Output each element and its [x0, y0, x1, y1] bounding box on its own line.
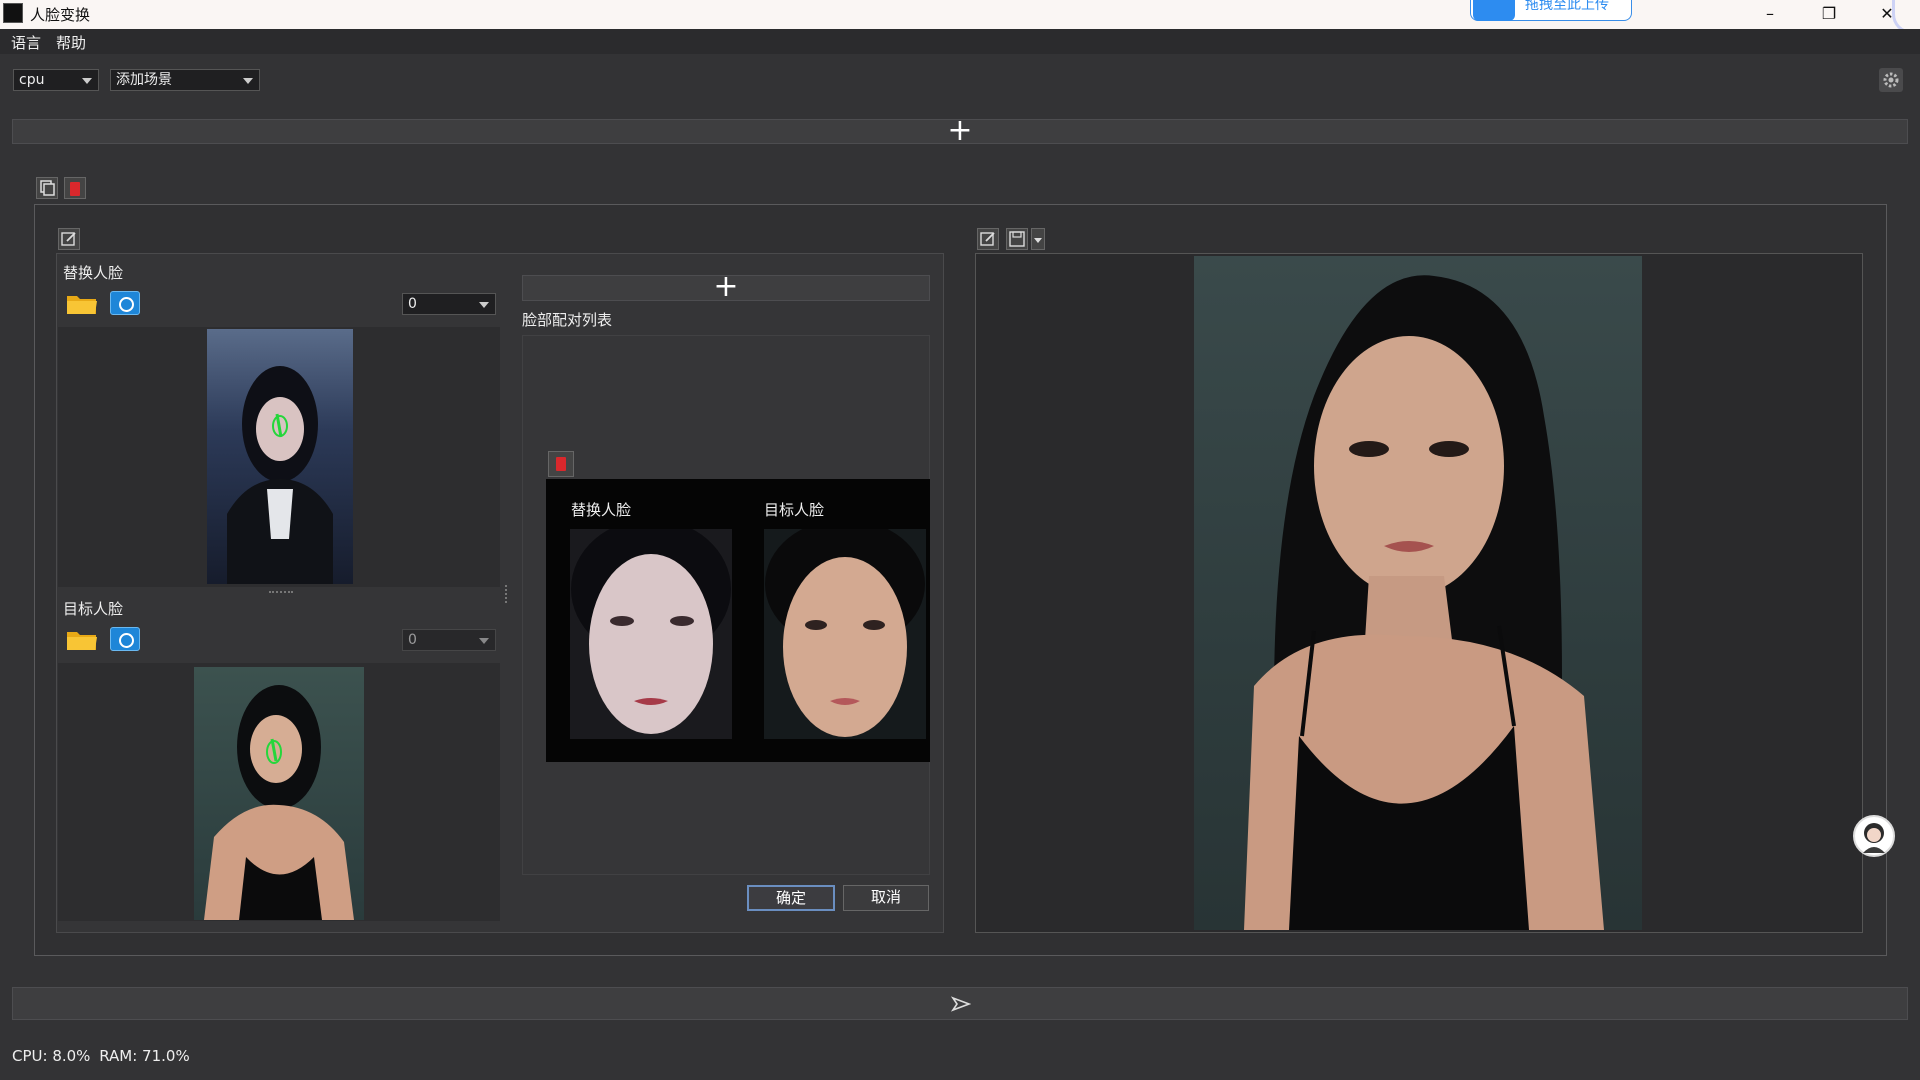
delete-scene-button[interactable] — [64, 177, 86, 199]
cloud-icon — [1473, 0, 1515, 21]
send-icon — [951, 996, 971, 1012]
cloud-upload-badge[interactable]: 拖拽至此上传 — [1470, 0, 1632, 21]
face-pair-list-label: 脸部配对列表 — [522, 311, 613, 329]
chevron-down-icon — [479, 302, 489, 308]
folder-icon — [67, 296, 97, 314]
cpu-usage: CPU: 8.0% — [12, 1047, 91, 1065]
app-icon — [3, 3, 23, 23]
source-face-label: 替换人脸 — [63, 264, 124, 282]
source-camera-button[interactable] — [110, 291, 140, 315]
gear-icon — [1883, 72, 1899, 88]
output-photo — [1194, 256, 1642, 930]
save-options-button[interactable] — [1031, 228, 1045, 250]
face-pair-card[interactable]: 替换人脸 目标人脸 — [546, 479, 930, 762]
target-face-label: 目标人脸 — [63, 600, 124, 618]
cancel-button[interactable]: 取消 — [843, 885, 929, 911]
duplicate-scene-button[interactable] — [36, 177, 58, 199]
open-target-folder-button[interactable] — [66, 628, 97, 650]
pair-source-label: 替换人脸 — [571, 501, 632, 519]
edit-icon — [980, 232, 995, 246]
settings-button[interactable] — [1879, 68, 1903, 92]
chevron-down-icon — [82, 78, 92, 84]
scene-select-value: 添加场景 — [116, 72, 172, 88]
ram-usage: RAM: 71.0% — [99, 1047, 190, 1065]
target-face-index-value: 0 — [408, 632, 417, 648]
restore-button[interactable]: ❐ — [1806, 0, 1852, 29]
status-bar: CPU: 8.0% RAM: 71.0% — [12, 1047, 190, 1065]
device-select-value: cpu — [19, 72, 45, 88]
add-scene-button[interactable]: + — [12, 116, 1908, 146]
confirm-button[interactable]: 确定 — [747, 885, 835, 911]
edit-faces-button[interactable] — [58, 228, 80, 250]
scene-select[interactable]: 添加场景 — [110, 69, 260, 91]
cloud-badge-label: 拖拽至此上传 — [1525, 0, 1609, 13]
trash-icon — [556, 457, 566, 471]
edit-output-button[interactable] — [977, 228, 999, 250]
delete-pair-button[interactable] — [548, 451, 574, 477]
edit-icon — [61, 232, 76, 246]
title-bar: 人脸变换 拖拽至此上传 – ❐ ✕ — [0, 0, 1920, 34]
chevron-down-icon — [1034, 238, 1042, 243]
source-photo — [207, 329, 353, 584]
target-photo — [194, 667, 364, 920]
open-source-folder-button[interactable] — [66, 292, 97, 314]
add-face-pair-button[interactable]: + — [522, 272, 930, 302]
menu-help[interactable]: 帮助 — [56, 32, 86, 53]
window-title: 人脸变换 — [30, 6, 91, 24]
copy-icon — [40, 180, 55, 196]
assistant-avatar[interactable] — [1853, 815, 1895, 857]
pair-source-face — [570, 529, 732, 739]
minimize-button[interactable]: – — [1747, 0, 1793, 29]
device-select[interactable]: cpu — [13, 69, 99, 91]
trash-icon — [70, 182, 80, 196]
pair-target-label: 目标人脸 — [764, 501, 825, 519]
chevron-down-icon — [243, 78, 253, 84]
splitter-handle[interactable] — [269, 591, 293, 594]
run-button[interactable] — [12, 987, 1908, 1020]
target-face-index-select[interactable]: 0 — [402, 629, 496, 651]
avatar-icon — [1863, 823, 1885, 853]
save-icon — [1009, 231, 1025, 247]
menu-bar: 语言 帮助 — [0, 29, 1920, 54]
save-output-button[interactable] — [1006, 228, 1028, 250]
target-camera-button[interactable] — [110, 627, 140, 651]
source-face-index-value: 0 — [408, 296, 417, 312]
pair-target-face — [764, 529, 926, 739]
menu-language[interactable]: 语言 — [11, 32, 41, 53]
vertical-splitter-handle[interactable] — [505, 585, 508, 603]
source-face-index-select[interactable]: 0 — [402, 293, 496, 315]
folder-icon — [67, 632, 97, 650]
chevron-down-icon — [479, 638, 489, 644]
